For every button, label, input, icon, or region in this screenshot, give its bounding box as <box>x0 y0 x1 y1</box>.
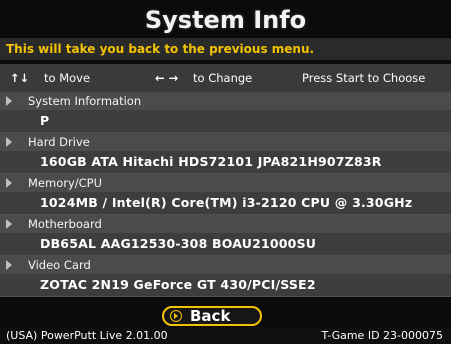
change-hint: to Change <box>193 71 253 85</box>
row-value: ZOTAC 2N19 GeForce GT 430/PCI/SSE2 <box>0 274 451 296</box>
info-row-motherboard[interactable]: Motherboard DB65AL AAG12530-308 BOAU2100… <box>0 215 451 256</box>
row-marker-icon <box>6 260 12 270</box>
back-label: Back <box>190 307 231 325</box>
back-button[interactable]: Back <box>162 306 262 326</box>
row-value: P <box>0 110 451 132</box>
row-value: DB65AL AAG12530-308 BOAU21000SU <box>0 233 451 255</box>
game-id: T-Game ID 23-000075 <box>321 329 444 342</box>
info-list: System Information P Hard Drive 160GB AT… <box>0 92 451 297</box>
game-version: (USA) PowerPutt Live 2.01.00 <box>6 329 168 342</box>
info-row-video-card[interactable]: Video Card ZOTAC 2N19 GeForce GT 430/PCI… <box>0 256 451 297</box>
footer: (USA) PowerPutt Live 2.01.00 T-Game ID 2… <box>0 327 451 344</box>
system-info-screen: System Info This will take you back to t… <box>0 0 451 344</box>
left-right-arrows-icon: ← → <box>155 71 179 85</box>
info-row-memory-cpu[interactable]: Memory/CPU 1024MB / Intel(R) Core(TM) i3… <box>0 174 451 215</box>
controls-bar: ↑↓ to Move ← → to Change Press Start to … <box>0 64 451 92</box>
row-label: Hard Drive <box>28 135 90 149</box>
play-arrow-icon <box>170 310 182 322</box>
row-marker-icon <box>6 219 12 229</box>
up-down-arrows-icon: ↑↓ <box>10 71 30 85</box>
row-marker-icon <box>6 96 12 106</box>
info-row-hard-drive[interactable]: Hard Drive 160GB ATA Hitachi HDS72101 JP… <box>0 133 451 174</box>
page-title: System Info <box>144 6 307 34</box>
row-label: Memory/CPU <box>28 176 103 190</box>
row-marker-icon <box>6 178 12 188</box>
move-hint: to Move <box>44 71 91 85</box>
back-area: Back <box>0 303 451 327</box>
help-text: This will take you back to the previous … <box>0 38 451 60</box>
row-label: Video Card <box>28 258 91 272</box>
row-label: Motherboard <box>28 217 102 231</box>
row-value: 160GB ATA Hitachi HDS72101 JPA821H907Z83… <box>0 151 451 173</box>
row-marker-icon <box>6 137 12 147</box>
row-value: 1024MB / Intel(R) Core(TM) i3-2120 CPU @… <box>0 192 451 214</box>
row-label: System Information <box>28 94 142 108</box>
start-hint: Press Start to Choose <box>302 71 426 85</box>
info-row-system-information[interactable]: System Information P <box>0 92 451 133</box>
